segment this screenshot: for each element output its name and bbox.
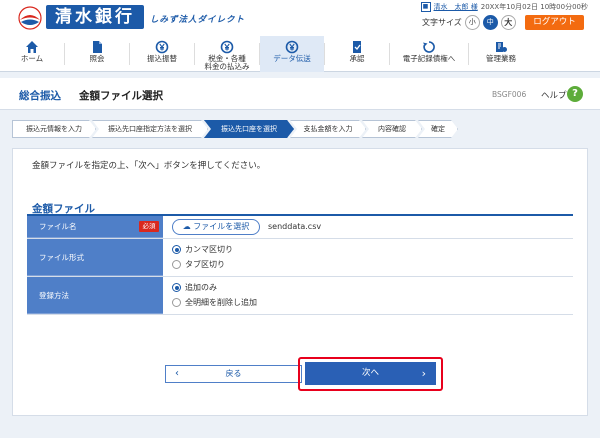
step-item: 振込先口座指定方法を選択 <box>92 120 208 138</box>
step-item: 確定 <box>418 120 458 138</box>
instruction-text: 金額ファイルを指定の上、「次へ」ボタンを押してください。 <box>32 161 266 171</box>
step-item: 内容確認 <box>362 120 422 138</box>
nav-tax-payment[interactable]: 税金・各種 料金の払込み <box>195 36 259 72</box>
method-replace-radio[interactable]: 全明細を削除し追加 <box>172 297 257 308</box>
chevron-left-icon: ‹ <box>175 368 179 379</box>
format-tab-radio[interactable]: タブ区切り <box>172 259 225 270</box>
global-nav: ホーム 照会 振込振替 税金・各種 料金の払込み データ伝送 承認 電子記録債権… <box>0 36 600 72</box>
nav-home[interactable]: ホーム <box>0 36 64 72</box>
admin-icon <box>496 42 507 52</box>
font-size-control: 文字サイズ 小 中 大 <box>422 15 516 30</box>
font-size-label: 文字サイズ <box>422 18 462 27</box>
help-link[interactable]: ヘルプ <box>541 89 567 101</box>
sub-brand: しみず法人ダイレクト <box>150 15 246 25</box>
section-title: 総合振込 <box>19 90 61 102</box>
help-icon[interactable]: ? <box>567 86 583 102</box>
user-name-link[interactable]: 清水 太郎 様 <box>434 2 478 12</box>
amount-file-form: ファイル名 必須 ☁ ファイルを選択 senddata.csv ファイル形式 カ… <box>27 216 573 315</box>
page-title: 金額ファイル選択 <box>79 90 163 102</box>
home-icon <box>26 41 38 53</box>
font-size-large-button[interactable]: 大 <box>500 15 516 30</box>
format-comma-radio[interactable]: カンマ区切り <box>172 244 233 255</box>
last-login-time: 20XX年10月02日 10時00分00秒 <box>480 3 588 11</box>
screen-code: BSGF006 <box>492 90 527 99</box>
nav-data-transfer[interactable]: データ伝送 <box>260 36 324 72</box>
file-format-label: ファイル形式 <box>27 239 163 276</box>
font-size-medium-button[interactable]: 中 <box>482 15 498 30</box>
cycle-icon <box>423 41 435 53</box>
back-button[interactable]: ‹ 戻る <box>165 365 302 383</box>
nav-inquiry[interactable]: 照会 <box>65 36 129 72</box>
page-title-bar: 総合振込 金額ファイル選択 BSGF006 ヘルプ ? <box>0 78 600 110</box>
file-name-label: ファイル名 必須 <box>27 216 163 238</box>
header: 清水銀行 しみず法人ダイレクト ■ 清水 太郎 様 20XX年10月02日 10… <box>0 0 600 36</box>
chevron-right-icon: › <box>421 367 426 380</box>
nav-electronic-claims[interactable]: 電子記録債権へ <box>390 36 468 72</box>
upload-cloud-icon: ☁ <box>182 222 191 231</box>
font-size-small-button[interactable]: 小 <box>464 15 480 30</box>
method-append-radio[interactable]: 追加のみ <box>172 282 217 293</box>
bank-logo-icon <box>18 6 42 30</box>
selected-file-name: senddata.csv <box>268 222 322 231</box>
user-info: ■ 清水 太郎 様 20XX年10月02日 10時00分00秒 <box>420 2 588 12</box>
choose-file-button[interactable]: ☁ ファイルを選択 <box>172 219 260 235</box>
nav-transfer[interactable]: 振込振替 <box>130 36 194 72</box>
user-icon: ■ <box>420 2 431 12</box>
logout-button[interactable]: ログアウト <box>525 15 584 30</box>
main-content: 金額ファイルを指定の上、「次へ」ボタンを押してください。 金額ファイル ファイル… <box>12 148 588 416</box>
progress-steps: 振込元情報を入力 振込先口座指定方法を選択 振込先口座を選択 支払金額を入力 内… <box>12 120 588 138</box>
nav-approval[interactable]: 承認 <box>325 36 389 72</box>
file-format-row: ファイル形式 カンマ区切り タブ区切り <box>27 239 573 277</box>
file-name-row: ファイル名 必須 ☁ ファイルを選択 senddata.csv <box>27 216 573 239</box>
yen-payment-icon <box>220 40 234 54</box>
bank-name: 清水銀行 <box>46 5 144 29</box>
nav-admin[interactable]: 管理業務 <box>469 36 533 72</box>
step-item: 振込元情報を入力 <box>12 120 96 138</box>
register-method-label: 登録方法 <box>27 277 163 314</box>
document-icon <box>93 41 102 53</box>
step-item: 支払金額を入力 <box>290 120 366 138</box>
required-badge: 必須 <box>139 221 159 232</box>
yen-transfer-icon <box>155 40 169 54</box>
step-item-current: 振込先口座を選択 <box>204 120 294 138</box>
register-method-row: 登録方法 追加のみ 全明細を削除し追加 <box>27 277 573 315</box>
next-button[interactable]: 次へ › <box>305 362 436 385</box>
approval-icon <box>353 41 361 53</box>
data-transfer-icon <box>285 40 299 54</box>
